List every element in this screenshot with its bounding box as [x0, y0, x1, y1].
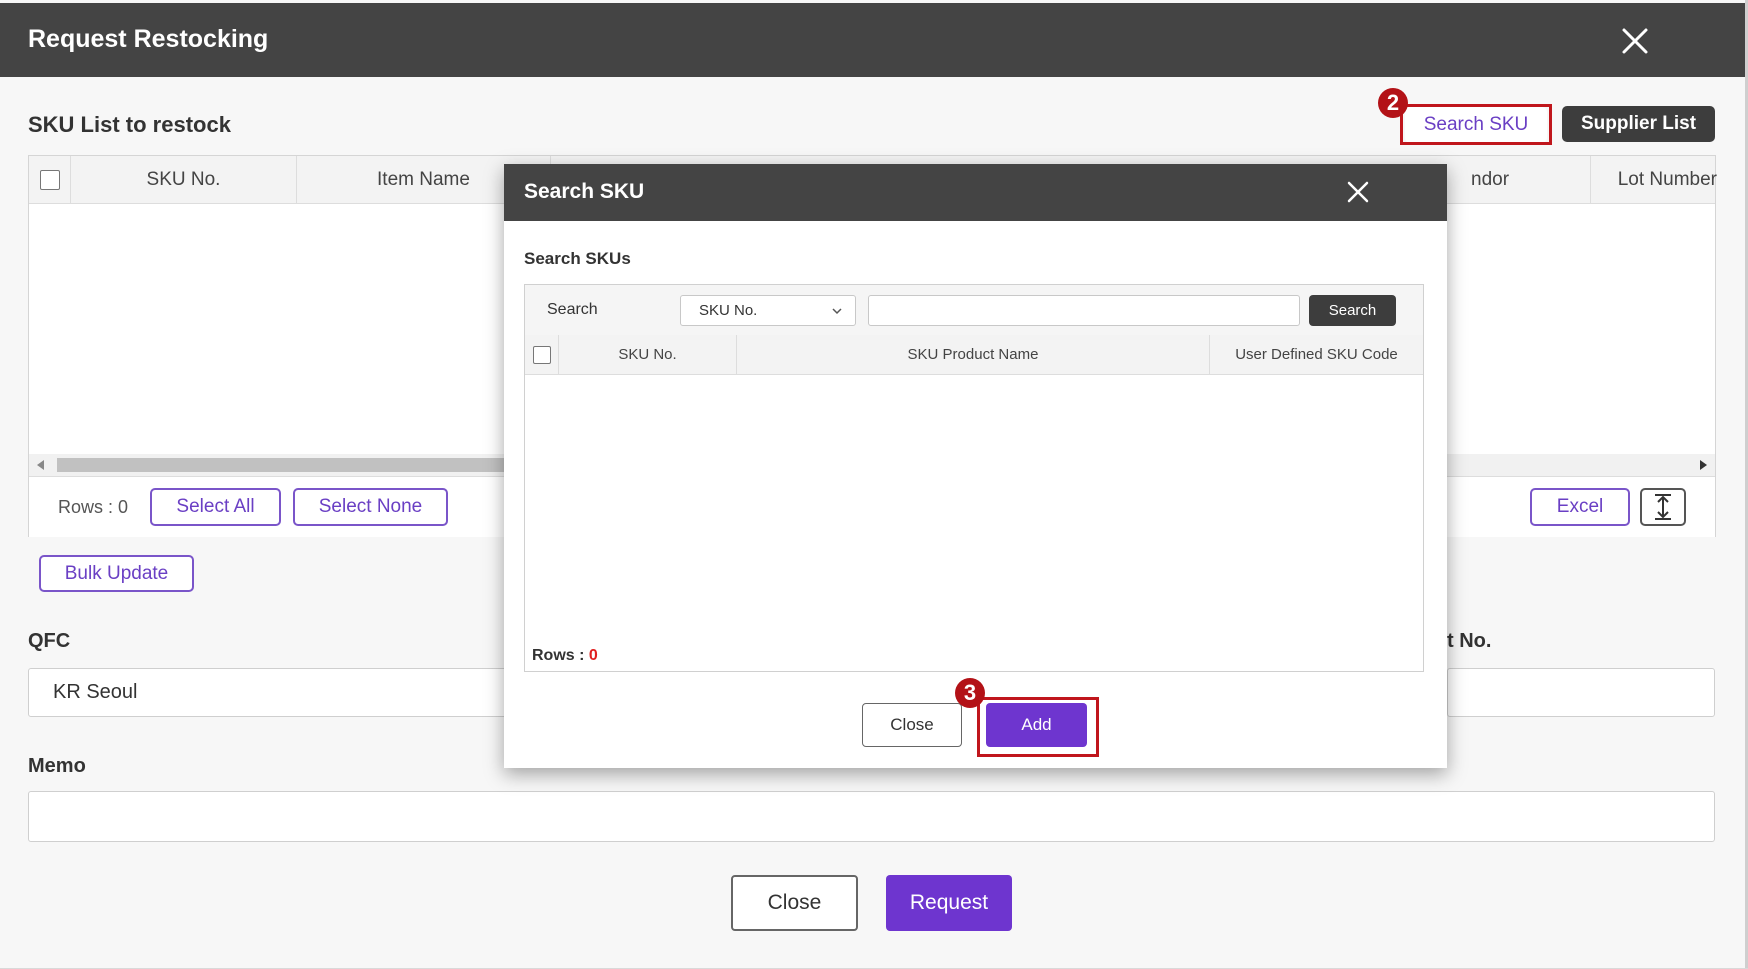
search-input[interactable]	[868, 295, 1300, 326]
resize-vertical-icon	[1655, 494, 1671, 520]
search-close-button[interactable]: Close	[862, 703, 962, 747]
scroll-thumb[interactable]	[57, 458, 507, 472]
request-button[interactable]: Request	[886, 875, 1012, 931]
partial-field[interactable]	[1447, 668, 1715, 717]
close-icon[interactable]	[1342, 176, 1374, 208]
search-button[interactable]: Search	[1309, 295, 1396, 326]
supplier-list-button[interactable]: Supplier List	[1562, 106, 1715, 142]
search-label: Search	[547, 301, 598, 318]
scroll-right-icon[interactable]	[1700, 460, 1707, 470]
search-sku-panel: Search SKU No. Search SKU No. SKU Produc…	[524, 284, 1424, 672]
search-col-sku-no[interactable]: SKU No.	[559, 335, 737, 374]
step-badge-3: 3	[955, 678, 985, 708]
modal-header: Request Restocking	[0, 3, 1745, 77]
search-modal-subtitle: Search SKUs	[524, 249, 631, 268]
search-rows-count: Rows : 0	[532, 647, 598, 665]
grid-col-sku-no[interactable]: SKU No.	[71, 156, 297, 203]
qfc-field[interactable]: KR Seoul	[28, 668, 508, 717]
search-rows-label: Rows :	[532, 647, 589, 664]
select-none-button[interactable]: Select None	[293, 488, 448, 526]
search-col-product-name[interactable]: SKU Product Name	[737, 335, 1210, 374]
qfc-label: QFC	[28, 630, 71, 652]
rows-count: Rows : 0	[58, 497, 129, 517]
bulk-update-button[interactable]: Bulk Update	[39, 555, 194, 592]
add-button[interactable]: Add	[986, 703, 1087, 747]
search-sku-button[interactable]: Search SKU	[1405, 107, 1547, 143]
resize-rows-button[interactable]	[1640, 488, 1686, 526]
search-field-select-value: SKU No.	[699, 302, 758, 319]
chevron-down-icon	[832, 308, 842, 315]
close-icon[interactable]	[1615, 21, 1655, 61]
memo-label: Memo	[28, 755, 86, 777]
search-grid-header: SKU No. SKU Product Name User Defined SK…	[525, 335, 1423, 375]
search-rows-value: 0	[588, 647, 598, 664]
search-modal-title: Search SKU	[524, 180, 645, 203]
grid-col-vendor[interactable]: ndor	[1449, 156, 1591, 203]
search-modal-header: Search SKU	[504, 164, 1447, 221]
scroll-left-icon[interactable]	[37, 460, 44, 470]
excel-button[interactable]: Excel	[1530, 488, 1630, 526]
memo-field[interactable]	[28, 791, 1715, 842]
close-button[interactable]: Close	[731, 875, 858, 931]
modal-title: Request Restocking	[28, 25, 269, 53]
section-title: SKU List to restock	[28, 112, 231, 137]
search-row: Search SKU No. Search	[525, 285, 1423, 336]
search-grid-select-all-checkbox[interactable]	[532, 345, 551, 364]
select-all-button[interactable]: Select All	[150, 488, 281, 526]
grid-select-all-checkbox[interactable]	[39, 169, 60, 190]
step-badge-2: 2	[1378, 88, 1408, 118]
grid-col-lot-number[interactable]: Lot Number	[1591, 156, 1717, 203]
search-col-user-sku-code[interactable]: User Defined SKU Code	[1210, 335, 1423, 374]
search-sku-modal: Search SKU Search SKUs Search SKU No. Se…	[504, 164, 1447, 768]
search-field-select[interactable]: SKU No.	[680, 295, 856, 326]
partial-field-label: t No.	[1447, 630, 1492, 652]
search-grid-select-all-cell	[525, 335, 559, 374]
grid-select-all-cell	[29, 156, 71, 203]
